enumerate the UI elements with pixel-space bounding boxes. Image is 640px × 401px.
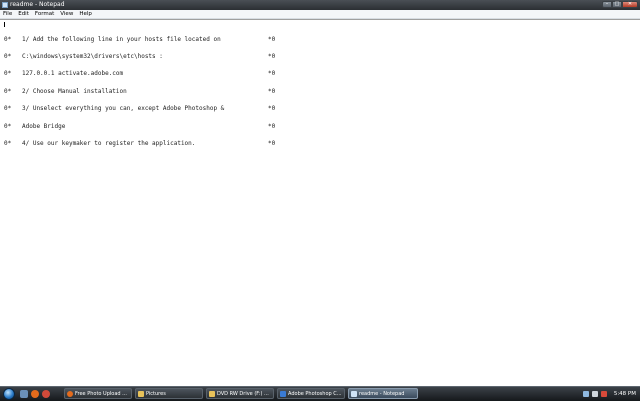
text-line: 0* 4/ Use our keymaker to register the a… bbox=[4, 141, 288, 147]
menu-view[interactable]: View bbox=[57, 10, 76, 18]
taskbar-button-firefox[interactable]: Free Photo Upload ... bbox=[64, 388, 132, 399]
notepad-icon bbox=[351, 390, 357, 397]
line-suffix: *0 bbox=[268, 35, 276, 43]
taskbar-button-label: Pictures bbox=[146, 390, 166, 397]
line-suffix: *0 bbox=[268, 70, 276, 78]
line-prefix: 0* bbox=[4, 35, 12, 43]
photoshop-icon bbox=[280, 390, 286, 397]
network-icon[interactable] bbox=[582, 391, 589, 397]
line-prefix: 0* bbox=[4, 139, 12, 147]
line-prefix: 0* bbox=[4, 105, 12, 113]
taskbar-button-label: readme - Notepad bbox=[359, 390, 405, 397]
text-line: 0* 2/ Choose Manual installation *0 bbox=[4, 87, 288, 95]
taskbar-button-photoshop[interactable]: Adobe Photoshop C... bbox=[277, 388, 345, 399]
line-suffix: *0 bbox=[268, 52, 276, 60]
volume-icon[interactable] bbox=[591, 391, 598, 397]
taskbar-button-label: DVD RW Drive (F:) ... bbox=[217, 390, 269, 397]
text-line: 0* 1/ Add the following line in your hos… bbox=[4, 35, 288, 43]
window-title: readme - Notepad bbox=[10, 1, 65, 8]
line-suffix: *0 bbox=[268, 139, 276, 147]
taskbar: Free Photo Upload ... Pictures DVD RW Dr… bbox=[0, 386, 640, 401]
line-text: 1/ Add the following line in your hosts … bbox=[22, 35, 221, 43]
firefox-icon[interactable] bbox=[31, 390, 39, 398]
line-prefix: 0* bbox=[4, 52, 12, 60]
menu-edit[interactable]: Edit bbox=[15, 10, 32, 18]
start-button[interactable] bbox=[3, 388, 15, 400]
notepad-window: readme - Notepad – □ ✕ File Edit Format … bbox=[0, 0, 640, 386]
menu-bar: File Edit Format View Help bbox=[0, 10, 640, 19]
notepad-icon bbox=[2, 2, 8, 8]
close-button[interactable]: ✕ bbox=[622, 1, 638, 8]
quick-launch bbox=[20, 390, 50, 398]
line-suffix: *0 bbox=[268, 122, 276, 130]
text-line: 0* 3/ Unselect everything you can, excep… bbox=[4, 106, 288, 112]
document-text[interactable]: 0* 1/ Add the following line in your hos… bbox=[4, 25, 288, 158]
taskbar-button-label: Free Photo Upload ... bbox=[75, 390, 127, 397]
text-line: 0* 127.0.0.1 activate.adobe.com *0 bbox=[4, 71, 288, 77]
firefox-icon bbox=[67, 390, 73, 397]
folder-icon bbox=[209, 390, 215, 397]
menu-format[interactable]: Format bbox=[32, 10, 57, 18]
line-text: 3/ Unselect everything you can, except A… bbox=[22, 105, 225, 113]
taskbar-button-dvd-drive[interactable]: DVD RW Drive (F:) ... bbox=[206, 388, 274, 399]
text-line: 0* Adobe Bridge *0 bbox=[4, 122, 288, 130]
security-icon[interactable] bbox=[600, 391, 607, 397]
text-line: 0* C:\windows\system32\drivers\etc\hosts… bbox=[4, 54, 288, 60]
line-text: C:\windows\system32\drivers\etc\hosts : bbox=[22, 52, 163, 60]
taskbar-button-notepad[interactable]: readme - Notepad bbox=[348, 388, 418, 399]
title-bar[interactable]: readme - Notepad – □ ✕ bbox=[0, 0, 640, 10]
line-prefix: 0* bbox=[4, 87, 12, 95]
line-text: 2/ Choose Manual installation bbox=[22, 87, 127, 95]
menu-help[interactable]: Help bbox=[76, 10, 95, 18]
taskbar-buttons: Free Photo Upload ... Pictures DVD RW Dr… bbox=[64, 388, 421, 399]
folder-icon bbox=[138, 390, 144, 397]
line-suffix: *0 bbox=[268, 105, 276, 113]
maximize-button[interactable]: □ bbox=[612, 1, 622, 8]
text-editor[interactable]: 0* 1/ Add the following line in your hos… bbox=[0, 19, 640, 386]
line-prefix: 0* bbox=[4, 122, 12, 130]
clock[interactable]: 5:48 PM bbox=[614, 391, 636, 397]
menu-file[interactable]: File bbox=[0, 10, 15, 18]
desktop-icon[interactable] bbox=[20, 390, 28, 398]
taskbar-button-pictures[interactable]: Pictures bbox=[135, 388, 203, 399]
taskbar-button-label: Adobe Photoshop C... bbox=[288, 390, 342, 397]
line-text: 127.0.0.1 activate.adobe.com bbox=[22, 70, 124, 78]
media-icon[interactable] bbox=[42, 390, 50, 398]
window-controls: – □ ✕ bbox=[602, 1, 638, 8]
line-suffix: *0 bbox=[268, 87, 276, 95]
system-tray: 5:48 PM bbox=[579, 388, 640, 400]
minimize-button[interactable]: – bbox=[602, 1, 612, 8]
line-text: Adobe Bridge bbox=[22, 122, 66, 130]
line-text: 4/ Use our keymaker to register the appl… bbox=[22, 139, 196, 147]
line-prefix: 0* bbox=[4, 70, 12, 78]
